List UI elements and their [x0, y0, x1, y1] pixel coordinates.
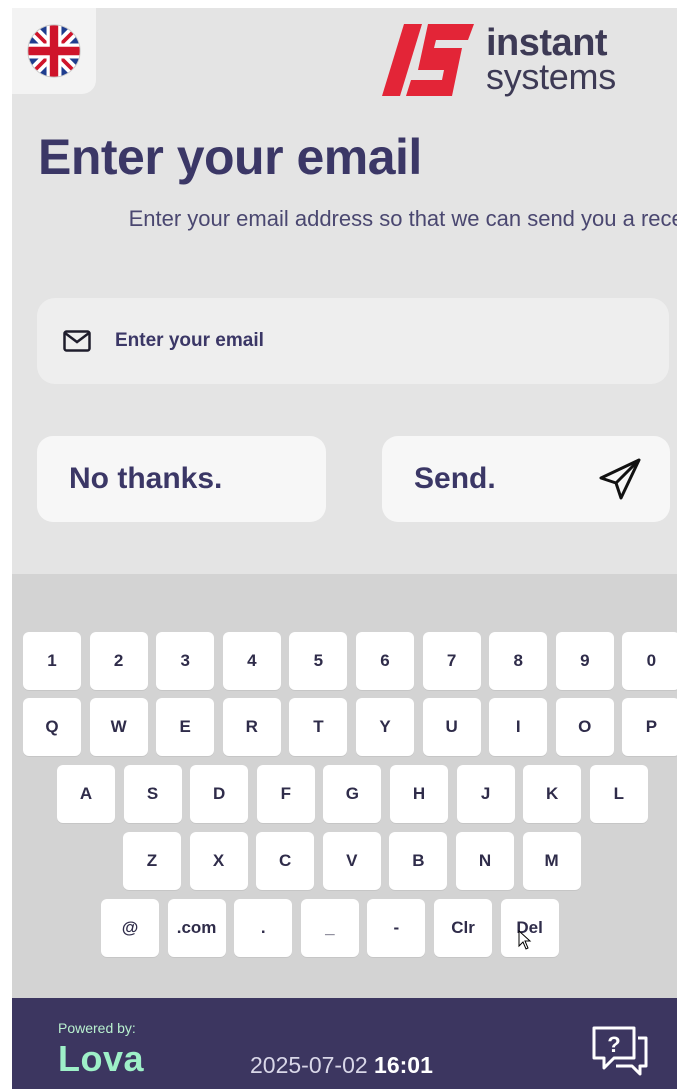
instant-systems-mark-icon: [382, 24, 474, 96]
brand-line-2: systems: [486, 56, 616, 97]
key-v[interactable]: V: [322, 832, 381, 890]
key-at[interactable]: @: [101, 899, 159, 957]
key-0[interactable]: 0: [622, 632, 677, 690]
key-g[interactable]: G: [323, 765, 382, 823]
key-f[interactable]: F: [256, 765, 315, 823]
send-label: Send.: [414, 462, 496, 495]
lova-logo: Lova: [58, 1038, 145, 1079]
language-button[interactable]: [12, 8, 96, 94]
page-title: Enter your email: [38, 129, 422, 185]
key-h[interactable]: H: [390, 765, 448, 823]
brand-line-1: instant: [486, 22, 608, 64]
key-3[interactable]: 3: [156, 632, 215, 690]
key-c[interactable]: C: [256, 832, 315, 890]
key-6[interactable]: 6: [356, 632, 414, 690]
key-i[interactable]: I: [489, 698, 548, 756]
key-underscore[interactable]: _: [300, 899, 359, 957]
kiosk-screen: instant systems Enter your email Enter y…: [12, 8, 677, 1089]
key-j[interactable]: J: [456, 765, 515, 823]
powered-by-label: Powered by:: [58, 1020, 136, 1036]
date-time: 2025-07-02 16:01: [250, 1052, 433, 1079]
key-r[interactable]: R: [222, 698, 281, 756]
key-1[interactable]: 1: [23, 632, 81, 690]
footer-bar: Powered by: Lova 2025-07-02 16:01 ?: [12, 998, 677, 1089]
key-b[interactable]: B: [389, 832, 448, 890]
key-d[interactable]: D: [190, 765, 249, 823]
key-m[interactable]: M: [522, 832, 581, 890]
key-5[interactable]: 5: [289, 632, 348, 690]
mouse-cursor-icon: [518, 930, 532, 950]
key-dash[interactable]: -: [367, 899, 426, 957]
key-k[interactable]: K: [523, 765, 582, 823]
key-e[interactable]: E: [156, 698, 215, 756]
key-8[interactable]: 8: [489, 632, 548, 690]
key-l[interactable]: L: [589, 765, 648, 823]
instant-systems-logo: instant systems: [382, 24, 616, 96]
svg-text:?: ?: [607, 1032, 620, 1057]
key-7[interactable]: 7: [422, 632, 481, 690]
mail-icon: [63, 330, 91, 352]
key-u[interactable]: U: [422, 698, 481, 756]
key-z[interactable]: Z: [123, 832, 181, 890]
on-screen-keyboard: 1 2 3 4 5 6 7 8 9 0 Q W E R T Y U I O P A S D F G H J K L Z X C V B N M @ .co…: [12, 574, 677, 998]
email-placeholder: Enter your email: [115, 330, 264, 351]
key-p[interactable]: P: [622, 698, 677, 756]
key-dotcom[interactable]: .com: [167, 899, 226, 957]
key-q[interactable]: Q: [23, 698, 81, 756]
key-o[interactable]: O: [555, 698, 614, 756]
email-input[interactable]: Enter your email: [37, 298, 669, 384]
key-a[interactable]: A: [57, 765, 115, 823]
key-x[interactable]: X: [189, 832, 248, 890]
key-n[interactable]: N: [456, 832, 514, 890]
no-thanks-button[interactable]: No thanks.: [37, 436, 326, 522]
time-text: 16:01: [374, 1052, 433, 1078]
date-text: 2025-07-02: [250, 1052, 368, 1078]
no-thanks-label: No thanks.: [69, 462, 223, 495]
key-2[interactable]: 2: [89, 632, 148, 690]
subtitle-container: Enter your email address so that we can …: [12, 206, 677, 238]
send-button[interactable]: Send.: [382, 436, 670, 522]
key-clear[interactable]: Clr: [434, 899, 492, 957]
key-4[interactable]: 4: [222, 632, 281, 690]
uk-flag-icon: [27, 24, 81, 78]
page-subtitle: Enter your email address so that we can …: [128, 206, 677, 231]
help-chat-icon[interactable]: ?: [590, 1024, 650, 1078]
key-t[interactable]: T: [289, 698, 348, 756]
paper-plane-icon: [599, 458, 641, 500]
key-period[interactable]: .: [234, 899, 293, 957]
key-9[interactable]: 9: [555, 632, 614, 690]
key-y[interactable]: Y: [356, 698, 414, 756]
key-s[interactable]: S: [123, 765, 182, 823]
key-w[interactable]: W: [89, 698, 148, 756]
